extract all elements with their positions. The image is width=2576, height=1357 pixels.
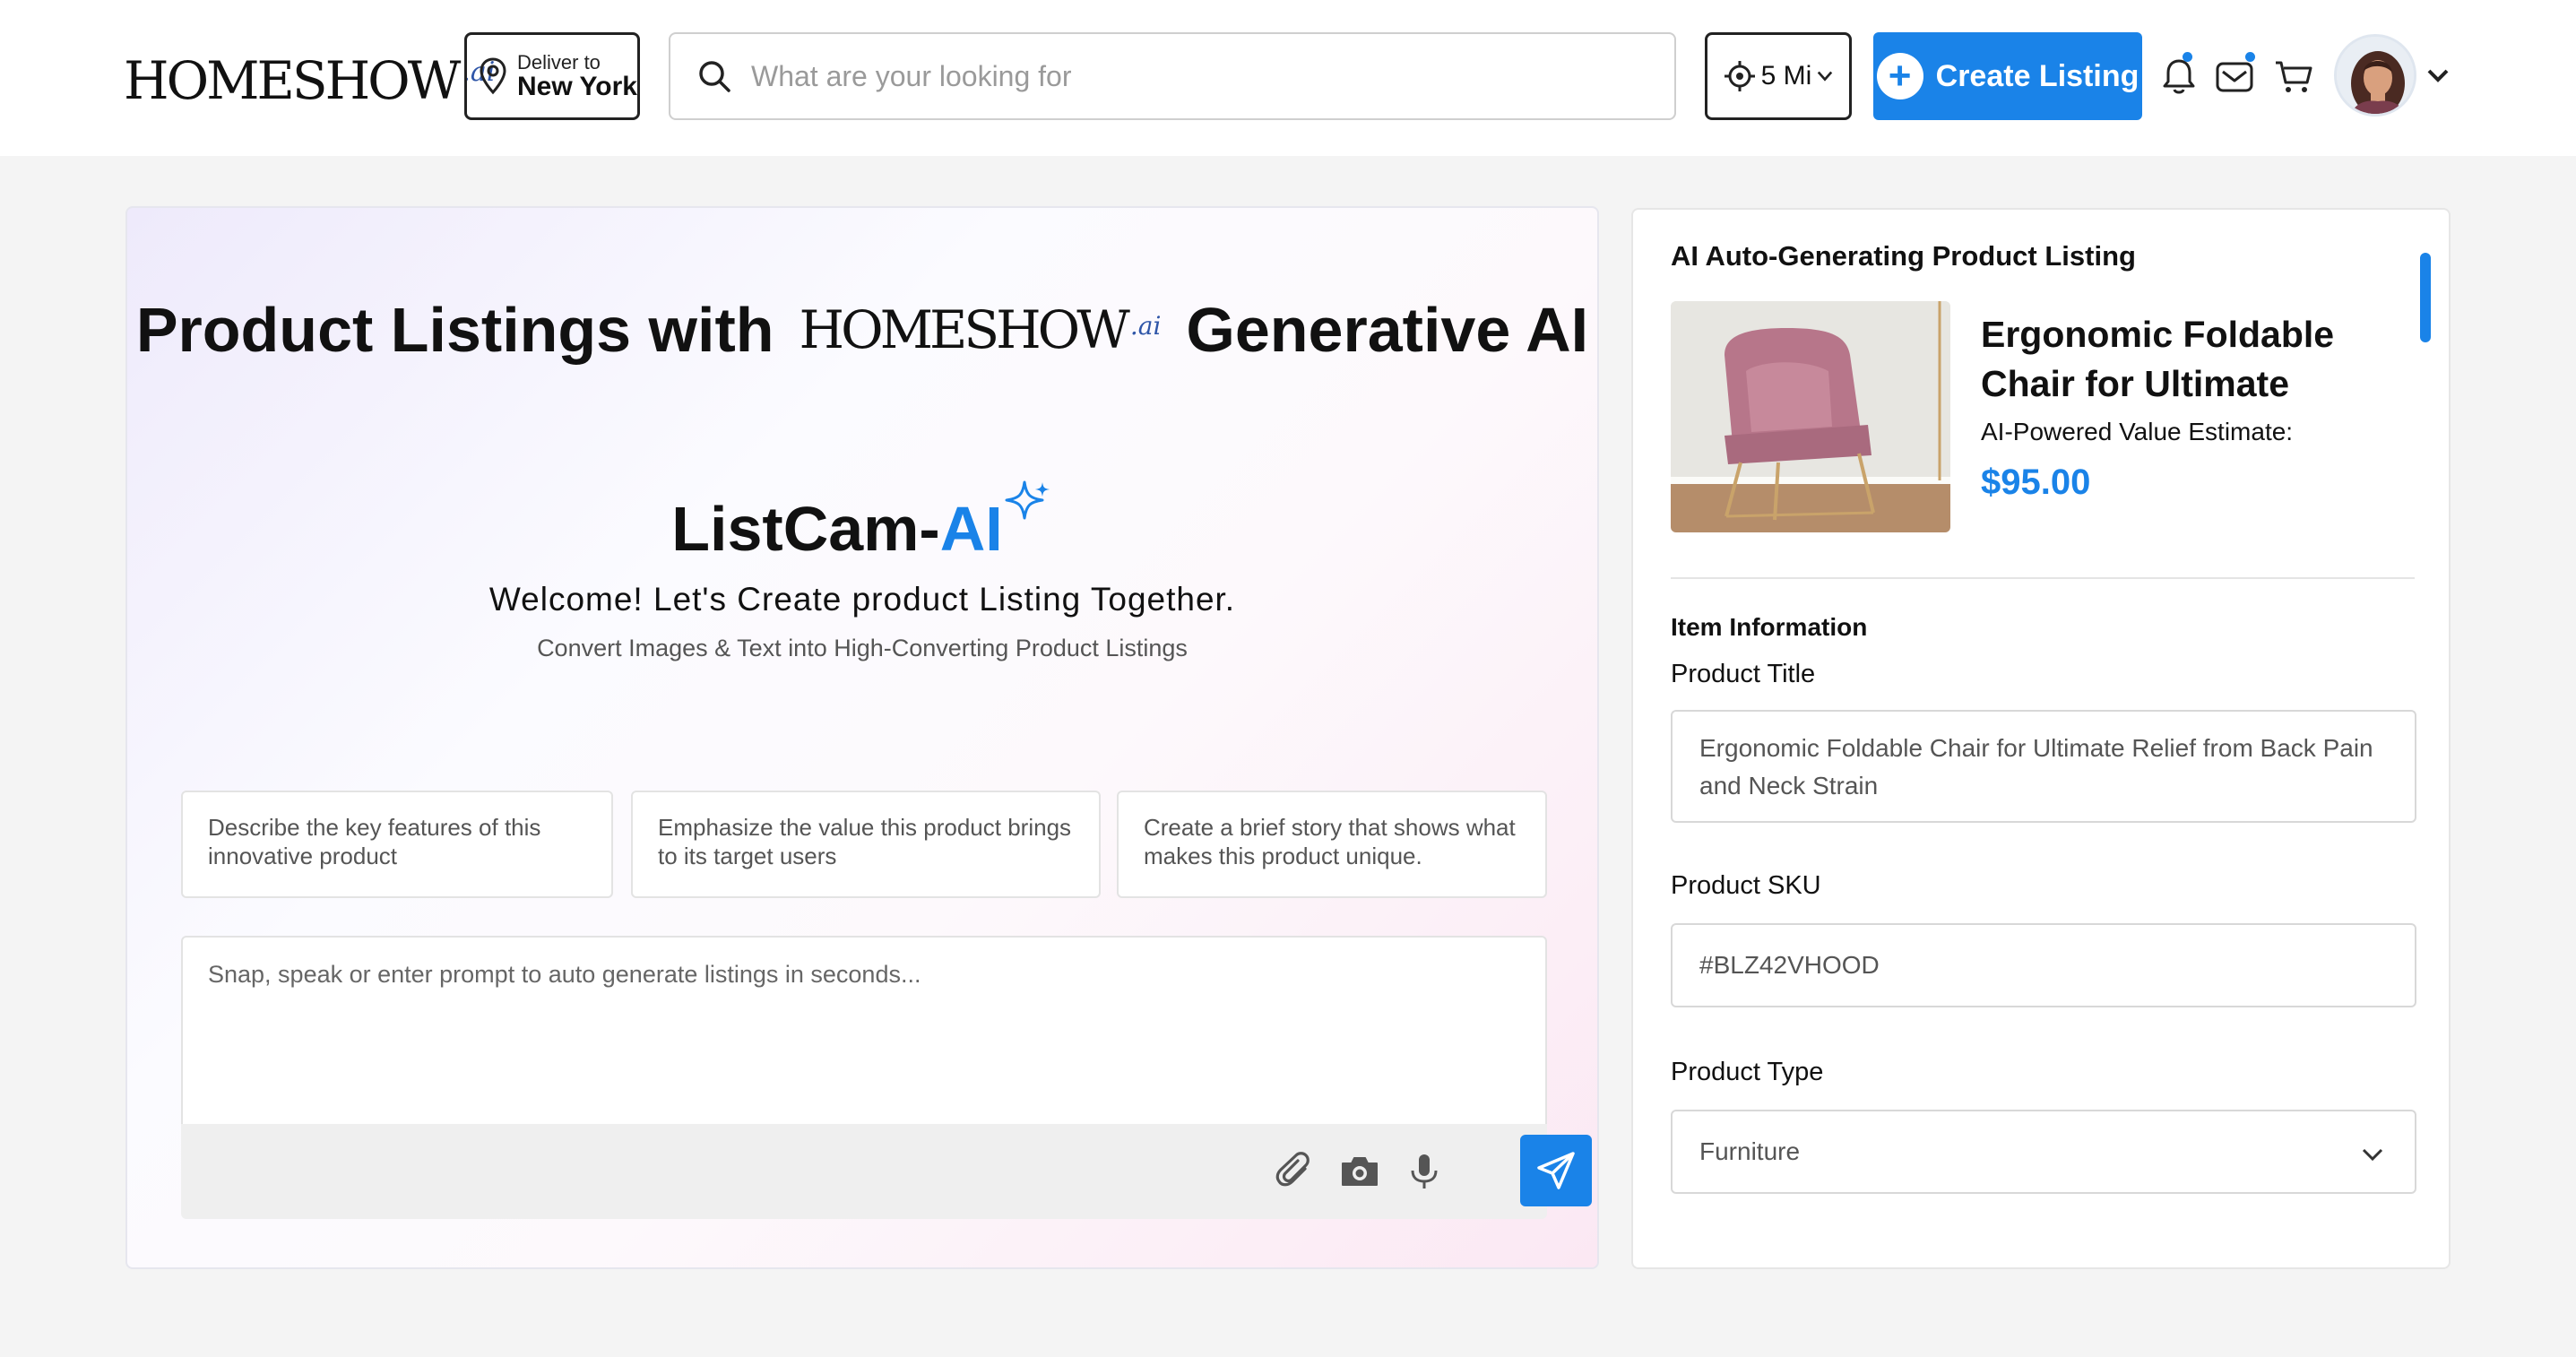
search-bar[interactable] (669, 32, 1676, 120)
top-header: HOMESHOW .ai Deliver to New York 5 Mi (0, 0, 2576, 156)
prompt-toolbar (181, 1124, 1592, 1219)
deliver-to-button[interactable]: Deliver to New York (464, 32, 640, 120)
value-estimate-label: AI-Powered Value Estimate: (1981, 418, 2294, 445)
section-divider (1671, 577, 2415, 579)
deliver-location: New York (517, 71, 637, 101)
product-title-field[interactable]: Ergonomic Foldable Chair for Ultimate Re… (1671, 710, 2416, 823)
hero-title-after: Generative AI (1186, 295, 1589, 365)
product-type-label: Product Type (1671, 1058, 1824, 1086)
hero-headline: Product Listings with HOMESHOW .ai Gener… (127, 294, 1597, 366)
product-type-select[interactable]: Furniture (1671, 1110, 2416, 1194)
product-sku-value: #BLZ42VHOOD (1699, 951, 1880, 979)
plus-icon: + (1876, 53, 1923, 99)
listcam-panel: Product Listings with HOMESHOW .ai Gener… (125, 206, 1599, 1269)
app-name: ListCam-AI (127, 480, 1597, 565)
product-price: $95.00 (1981, 462, 2091, 502)
sparkle-icon (1005, 480, 1050, 520)
hero-title-before: Product Listings with (135, 295, 774, 365)
suggestion-chip[interactable]: Describe the key features of this innova… (181, 791, 613, 898)
suggestion-chip[interactable]: Emphasize the value this product brings … (631, 791, 1101, 898)
chevron-down-icon (1818, 71, 1833, 82)
logo-brand: HOMESHOW (124, 50, 461, 111)
chevron-down-icon (2362, 1148, 2383, 1162)
bell-icon[interactable] (2158, 56, 2200, 97)
cart-icon[interactable] (2273, 56, 2314, 97)
location-pin-icon (480, 57, 506, 95)
product-title-label: Product Title (1671, 660, 1816, 688)
notification-dot (2183, 52, 2192, 62)
hero-subtitle: Convert Images & Text into High-Converti… (537, 635, 1188, 661)
user-avatar[interactable] (2334, 34, 2416, 117)
avatar-image (2337, 37, 2414, 114)
camera-icon[interactable] (1339, 1151, 1380, 1192)
message-dot (2245, 52, 2255, 62)
search-input[interactable] (751, 59, 1647, 93)
radius-value: 5 Mi (1760, 61, 1812, 91)
crosshair-icon (1724, 61, 1755, 91)
product-type-value: Furniture (1699, 1137, 1801, 1165)
product-sku-field[interactable]: #BLZ42VHOOD (1671, 923, 2416, 1007)
product-name: Ergonomic Foldable Chair for Ultimate (1981, 314, 2335, 405)
app-name-prefix: ListCam- (671, 494, 940, 564)
homeshow-logo[interactable]: HOMESHOW .ai (124, 45, 495, 108)
listing-preview-panel: AI Auto-Generating Product Listing Ergon… (1631, 208, 2451, 1269)
radius-selector[interactable]: 5 Mi (1705, 32, 1852, 120)
panel-title: AI Auto-Generating Product Listing (1671, 240, 2136, 272)
product-title-value: Ergonomic Foldable Chair for Ultimate Re… (1699, 734, 2373, 800)
panel-scrollbar[interactable] (2420, 253, 2431, 342)
paperclip-icon[interactable] (1275, 1151, 1316, 1192)
hero-inline-logo: HOMESHOW .ai (800, 299, 1162, 360)
search-icon (699, 61, 730, 92)
send-icon (1537, 1152, 1575, 1189)
hero-logo-brand: HOMESHOW (799, 299, 1130, 360)
prompt-box (181, 936, 1547, 1126)
item-information-heading: Item Information (1671, 613, 1868, 641)
create-listing-button[interactable]: + Create Listing (1873, 32, 2142, 120)
deliver-label: Deliver to (517, 50, 601, 73)
create-listing-label: Create Listing (1935, 58, 2139, 93)
app-name-ai: AI (939, 494, 1003, 564)
send-button[interactable] (1520, 1135, 1592, 1206)
user-menu-chevron-icon[interactable] (2425, 65, 2451, 86)
welcome-text: Welcome! Let's Create product Listing To… (488, 581, 1236, 618)
product-sku-label: Product SKU (1671, 871, 1821, 900)
hero-logo-suffix: .ai (1129, 311, 1162, 341)
microphone-icon[interactable] (1404, 1151, 1445, 1192)
prompt-input[interactable] (183, 938, 1545, 1124)
suggestion-chip[interactable]: Create a brief story that shows what mak… (1117, 791, 1547, 898)
product-image (1671, 301, 1950, 532)
